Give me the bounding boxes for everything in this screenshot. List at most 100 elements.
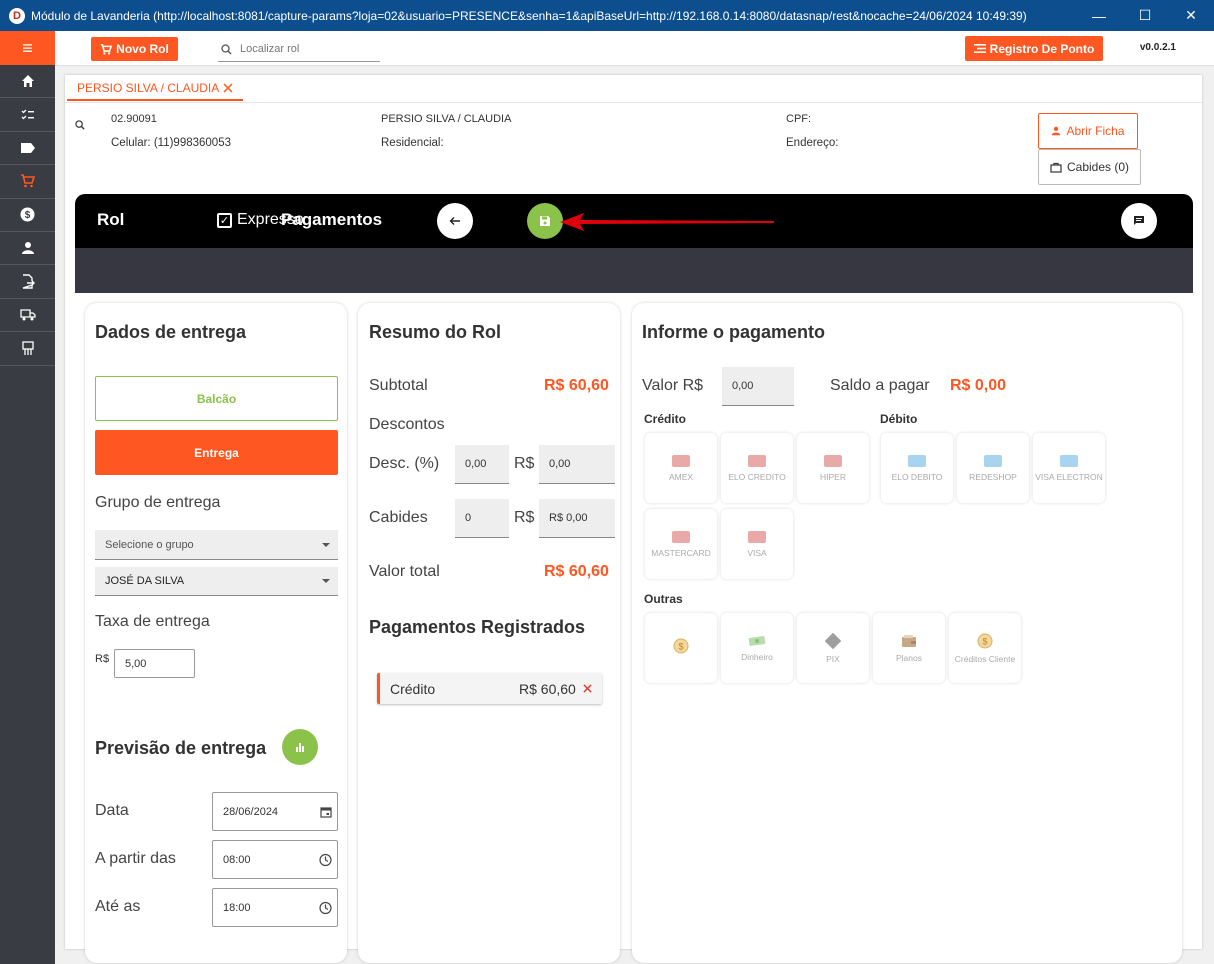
pix-icon: [825, 632, 841, 649]
cabides-value-input[interactable]: R$ 0,00: [539, 499, 615, 538]
chart-button[interactable]: [282, 729, 318, 765]
svg-text:$: $: [678, 641, 683, 651]
hanger-icon[interactable]: [0, 332, 55, 366]
previsao-title: Previsão de entrega: [95, 738, 267, 758]
tab-client[interactable]: PERSIO SILVA / CLAUDIA: [67, 77, 244, 101]
cabides-label: Cabides (0): [1066, 160, 1130, 174]
back-button[interactable]: [437, 203, 473, 239]
registro-ponto-label: Registro De Ponto: [989, 41, 1095, 56]
ate-input[interactable]: 18:00: [212, 888, 338, 927]
pay-creditos-cliente[interactable]: $ Créditos Cliente: [949, 613, 1021, 683]
remove-icon[interactable]: [583, 684, 592, 693]
pay-planos-label: Planos: [896, 652, 922, 663]
home-icon[interactable]: [0, 65, 55, 99]
menu-icon[interactable]: ≡: [0, 31, 55, 65]
abrir-ficha-label: Abrir Ficha: [1066, 124, 1125, 138]
abrir-ficha-button[interactable]: Abrir Ficha: [1038, 113, 1138, 149]
entrega-button[interactable]: Entrega: [95, 430, 338, 475]
truck-icon[interactable]: [0, 299, 55, 333]
pay-visa-electron-label: VISA ELECTRON: [1035, 471, 1103, 482]
pay-dinheiro[interactable]: Dinheiro: [721, 613, 793, 683]
calendar-icon[interactable]: [320, 806, 332, 818]
client-endereco: Endereço:: [786, 137, 839, 149]
save-button[interactable]: [527, 203, 563, 239]
title-bar: D Módulo de Lavanderia (http://localhost…: [0, 0, 1214, 31]
data-label: Data: [95, 802, 129, 819]
maximize-button[interactable]: ☐: [1122, 0, 1168, 31]
credit-card-icon: [672, 454, 690, 467]
pay-elo-credito-label: ELO CREDITO: [728, 471, 786, 482]
pay-hiper-label: HIPER: [820, 471, 846, 482]
pay-pix[interactable]: PIX: [797, 613, 869, 683]
minimize-button[interactable]: —: [1076, 0, 1122, 31]
balcao-button[interactable]: Balcão: [95, 376, 338, 421]
resumo-title: Resumo do Rol: [369, 322, 502, 342]
arrow-left-icon: [449, 217, 460, 225]
tag-icon[interactable]: [0, 132, 55, 166]
pay-amex[interactable]: AMEX: [645, 433, 717, 503]
tab-label: PERSIO SILVA / CLAUDIA: [77, 81, 220, 95]
chat-icon: [1134, 216, 1144, 225]
registrado-tipo: Crédito: [390, 681, 436, 697]
desc-pct-label: Desc. (%): [369, 455, 440, 472]
outras-label: Outras: [644, 592, 683, 606]
pay-planos[interactable]: Planos: [873, 613, 945, 683]
list-icon: [973, 44, 986, 53]
total-label: Valor total: [369, 563, 440, 580]
client-code: 02.90091: [111, 113, 157, 125]
chat-button[interactable]: [1121, 203, 1157, 239]
checklist-icon[interactable]: [0, 98, 55, 132]
pay-amex-label: AMEX: [668, 471, 694, 482]
valor-input[interactable]: 0,00: [722, 367, 794, 406]
taxa-value: 5,00: [125, 657, 147, 670]
window-controls: — ☐ ✕: [1076, 0, 1214, 31]
coin-icon: $: [977, 633, 993, 648]
cart-icon[interactable]: [0, 165, 55, 199]
taxa-input[interactable]: 5,00: [114, 649, 195, 678]
grupo-select-value: Selecione o grupo: [105, 538, 194, 551]
pay-redeshop[interactable]: REDESHOP: [957, 433, 1029, 503]
expresso-checkbox[interactable]: ✓: [217, 213, 232, 228]
cabides-button[interactable]: Cabides (0): [1038, 149, 1141, 185]
search-placeholder: Localizar rol: [240, 43, 300, 55]
search-icon[interactable]: [75, 120, 85, 130]
apartir-input[interactable]: 08:00: [212, 840, 338, 879]
data-input[interactable]: 28/06/2024: [212, 792, 338, 831]
pay-hiper[interactable]: HIPER: [797, 433, 869, 503]
clock-icon[interactable]: [319, 901, 332, 914]
cart-icon: [101, 43, 113, 55]
debit-card-icon: [984, 454, 1002, 467]
grupo-select[interactable]: Selecione o grupo: [95, 530, 338, 560]
descontos-label: Descontos: [369, 416, 445, 433]
desc-pct-input[interactable]: 0,00: [455, 445, 509, 484]
pay-visa[interactable]: VISA: [721, 509, 793, 579]
saldo-label: Saldo a pagar: [830, 377, 930, 394]
export-doc-icon[interactable]: [0, 265, 55, 299]
pay-mastercard[interactable]: MASTERCARD: [645, 509, 717, 579]
person-icon[interactable]: [0, 232, 55, 266]
registro-ponto-button[interactable]: Registro De Ponto: [965, 36, 1103, 61]
pay-elo-debito-label: ELO DEBITO: [891, 471, 943, 482]
pay-elo-credito[interactable]: ELO CREDITO: [721, 433, 793, 503]
new-rol-button[interactable]: Novo Rol: [91, 37, 178, 61]
version-label: v0.0.2.1: [1139, 42, 1176, 53]
pay-coin[interactable]: $: [645, 613, 717, 683]
search-input[interactable]: Localizar rol: [218, 37, 380, 62]
pessoa-select[interactable]: JOSÉ DA SILVA: [95, 567, 338, 596]
pay-pix-label: PIX: [826, 653, 840, 664]
credito-label: Crédito: [644, 412, 686, 426]
close-window-button[interactable]: ✕: [1168, 0, 1214, 31]
cabides-qty-input[interactable]: 0: [455, 499, 509, 538]
close-tab-icon[interactable]: [223, 83, 233, 93]
client-name: PERSIO SILVA / CLAUDIA: [381, 113, 512, 125]
desc-value-input[interactable]: 0,00: [539, 445, 615, 484]
clock-icon[interactable]: [319, 853, 332, 866]
dollar-icon[interactable]: $: [0, 199, 55, 232]
pay-visa-electron[interactable]: VISA ELECTRON: [1033, 433, 1105, 503]
apartir-value: 08:00: [223, 853, 251, 866]
pay-elo-debito[interactable]: ELO DEBITO: [881, 433, 953, 503]
registrados-title: Pagamentos Registrados: [369, 617, 586, 637]
sidebar: ≡ $: [0, 31, 55, 964]
pay-redeshop-label: REDESHOP: [969, 471, 1017, 482]
save-icon: [540, 216, 550, 226]
